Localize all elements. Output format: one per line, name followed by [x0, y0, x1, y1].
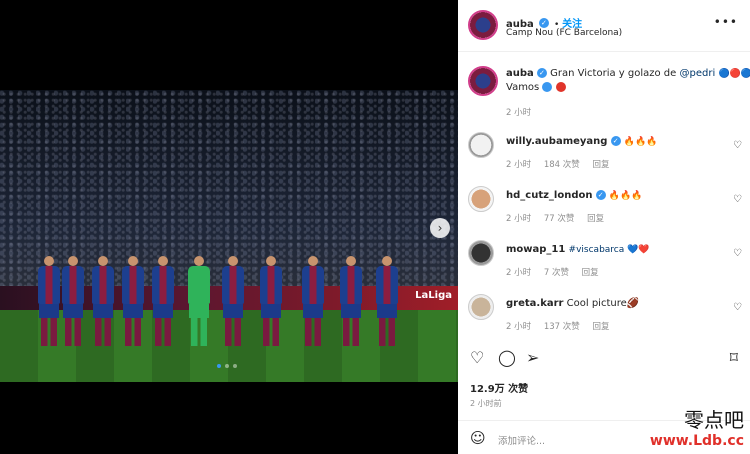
comment-input[interactable]: 添加评论...: [498, 433, 545, 447]
avatar[interactable]: [468, 186, 494, 212]
avatar[interactable]: [468, 294, 494, 320]
verified-badge-icon: ✓: [610, 136, 621, 146]
comment-likes[interactable]: 77 次赞: [544, 214, 575, 224]
comment-text: 🔥🔥🔥: [623, 137, 658, 147]
carousel-next-button[interactable]: ›: [430, 218, 450, 238]
player: [302, 256, 324, 346]
player: [340, 256, 362, 346]
comment-text: 🔥🔥🔥: [608, 191, 643, 201]
verified-badge-icon: ✓: [595, 190, 606, 200]
post-time: 2 小时前: [470, 399, 502, 408]
carousel-dot: [233, 364, 237, 368]
avatar[interactable]: [468, 66, 498, 96]
heart-icon[interactable]: ♡: [733, 302, 742, 313]
watermark: 零点吧 www.Ldb.cc: [650, 404, 744, 449]
comment-line: willy.aubameyang ✓ 🔥🔥🔥: [506, 136, 657, 147]
reply-button[interactable]: 回复: [582, 268, 599, 278]
avatar[interactable]: [468, 240, 494, 266]
post-caption: auba ✓ Gran Victoria y golazo de @pedri …: [458, 62, 750, 118]
post-photo[interactable]: LaLiga: [0, 90, 458, 382]
comment-author[interactable]: willy.aubameyang: [506, 136, 607, 147]
comment-text: Cool picture🏈: [566, 298, 640, 309]
carousel-dots: [217, 364, 237, 368]
carousel-dot: [217, 364, 221, 368]
comment-item: mowap_11 #viscabarca 💙❤️ 2 小时 7 次赞 回复 ♡: [458, 236, 750, 282]
comment-text: #viscabarca 💙❤️: [568, 245, 650, 255]
comment-line: mowap_11 #viscabarca 💙❤️: [506, 244, 650, 255]
avatar[interactable]: [468, 132, 494, 158]
comment-line: greta.karr Cool picture🏈: [506, 298, 639, 309]
watermark-line-1: 零点吧: [684, 408, 744, 432]
avatar[interactable]: [468, 10, 498, 40]
post-side-panel: auba ✓ • 关注 Camp Nou (FC Barcelona) ••• …: [458, 0, 750, 454]
comment-meta: 2 小时 77 次赞 回复: [506, 212, 614, 224]
post-header: auba ✓ • 关注 Camp Nou (FC Barcelona) •••: [458, 0, 750, 52]
comment-meta: 2 小时 7 次赞 回复: [506, 266, 609, 278]
red-circle-icon: [555, 82, 566, 92]
comment-meta: 2 小时 137 次赞 回复: [506, 320, 619, 332]
comment-likes[interactable]: 184 次赞: [544, 160, 580, 170]
comment-line: hd_cutz_london ✓ 🔥🔥🔥: [506, 190, 643, 201]
player: [92, 256, 114, 346]
more-horizontal-icon[interactable]: •••: [714, 15, 738, 29]
comment-author[interactable]: mowap_11: [506, 244, 565, 255]
comment-item: hd_cutz_london ✓ 🔥🔥🔥 2 小时 77 次赞 回复 ♡: [458, 182, 750, 228]
player: [122, 256, 144, 346]
like-count[interactable]: 12.9万 次赞: [470, 380, 528, 395]
caption-line-2: Vamos: [506, 82, 566, 93]
blue-circle-icon: [542, 82, 553, 92]
comment-item: willy.aubameyang ✓ 🔥🔥🔥 2 小时 184 次赞 回复 ♡: [458, 128, 750, 174]
heart-icon[interactable]: ♡: [733, 194, 742, 205]
caption-text-2: Vamos: [506, 82, 540, 93]
caption-time: 2 小时: [506, 108, 532, 118]
comment-time: 2 小时: [506, 160, 532, 170]
player: [62, 256, 84, 346]
smiley-icon[interactable]: ☺: [470, 429, 486, 447]
caption-text: Gran Victoria y golazo de: [550, 68, 680, 79]
paper-plane-icon[interactable]: ➢: [526, 348, 539, 367]
comment-author[interactable]: greta.karr: [506, 298, 563, 309]
comment-likes[interactable]: 137 次赞: [544, 322, 580, 332]
comment-author[interactable]: hd_cutz_london: [506, 190, 593, 201]
heart-icon[interactable]: ♡: [470, 348, 484, 367]
comment-meta: 2 小时 184 次赞 回复: [506, 158, 619, 170]
comment-icon[interactable]: ◯: [498, 348, 516, 367]
watermark-line-2: www.Ldb.cc: [649, 433, 744, 449]
reply-button[interactable]: 回复: [592, 322, 609, 332]
player: [376, 256, 398, 346]
caption-line-1: auba ✓ Gran Victoria y golazo de @pedri …: [506, 68, 750, 79]
goalkeeper: [188, 256, 210, 346]
caption-emoji: 🔵🔴🔵🔴: [718, 69, 750, 79]
player: [260, 256, 282, 346]
caption-author[interactable]: auba: [506, 68, 534, 79]
heart-icon[interactable]: ♡: [733, 248, 742, 259]
comment-time: 2 小时: [506, 268, 532, 278]
bookmark-icon[interactable]: ⌑: [730, 348, 738, 367]
reply-button[interactable]: 回复: [592, 160, 609, 170]
player: [222, 256, 244, 346]
verified-badge-icon: ✓: [536, 68, 547, 78]
comment-likes[interactable]: 7 次赞: [544, 268, 569, 278]
action-bar: ♡ ◯ ➢ ⌑: [458, 346, 750, 372]
comment-item: greta.karr Cool picture🏈 2 小时 137 次赞 回复 …: [458, 290, 750, 336]
reply-button[interactable]: 回复: [587, 214, 604, 224]
location-link[interactable]: Camp Nou (FC Barcelona): [506, 28, 622, 38]
comment-time: 2 小时: [506, 322, 532, 332]
player: [38, 256, 60, 346]
carousel-dot: [225, 364, 229, 368]
post-media: LaLiga ›: [0, 0, 458, 454]
ad-board-text: LaLiga: [415, 290, 452, 301]
comment-time: 2 小时: [506, 214, 532, 224]
player: [152, 256, 174, 346]
heart-icon[interactable]: ♡: [733, 140, 742, 151]
caption-mention[interactable]: @pedri: [680, 68, 716, 79]
verified-badge-icon: ✓: [538, 17, 549, 28]
